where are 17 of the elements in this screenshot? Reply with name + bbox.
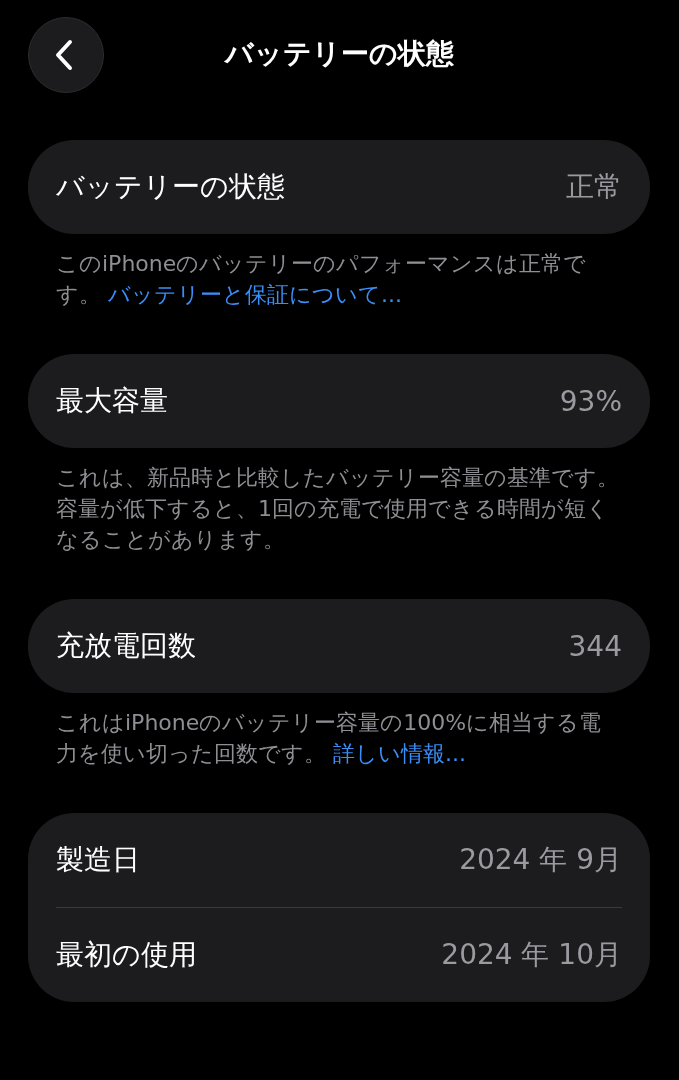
footnote-text: これは、新品時と比較したバッテリー容量の基準です。容量が低下すると、1回の充電で使用できる時間が短くなることがあります。 [56, 464, 620, 554]
info-link[interactable]: 詳しい情報... [333, 741, 466, 766]
row-value: 93% [559, 384, 622, 418]
row-label: 製造日 [56, 842, 140, 878]
row-label: バッテリーの状態 [56, 169, 285, 205]
row-label: 最初の使用 [56, 937, 197, 973]
row-value: 正常 [566, 169, 622, 205]
footnote-text: このiPhoneのバッテリーのパフォーマンスは正常です。 バッテリーと保証について... [56, 250, 588, 309]
row-label: 最大容量 [56, 383, 168, 419]
row-value: 2024 年 10月 [441, 937, 622, 973]
row-label: 充放電回数 [56, 628, 196, 664]
row-value: 344 [568, 629, 622, 663]
screen-title: バッテリーの状態 [225, 36, 454, 72]
footnote-text: これはiPhoneのバッテリー容量の100%に相当する電力を使い切った回数です。 詳しい情報... [56, 709, 603, 768]
back-chevron-icon [55, 39, 73, 71]
info-link[interactable]: バッテリーと保証について... [108, 282, 402, 307]
row-value: 2024 年 9月 [459, 842, 622, 878]
